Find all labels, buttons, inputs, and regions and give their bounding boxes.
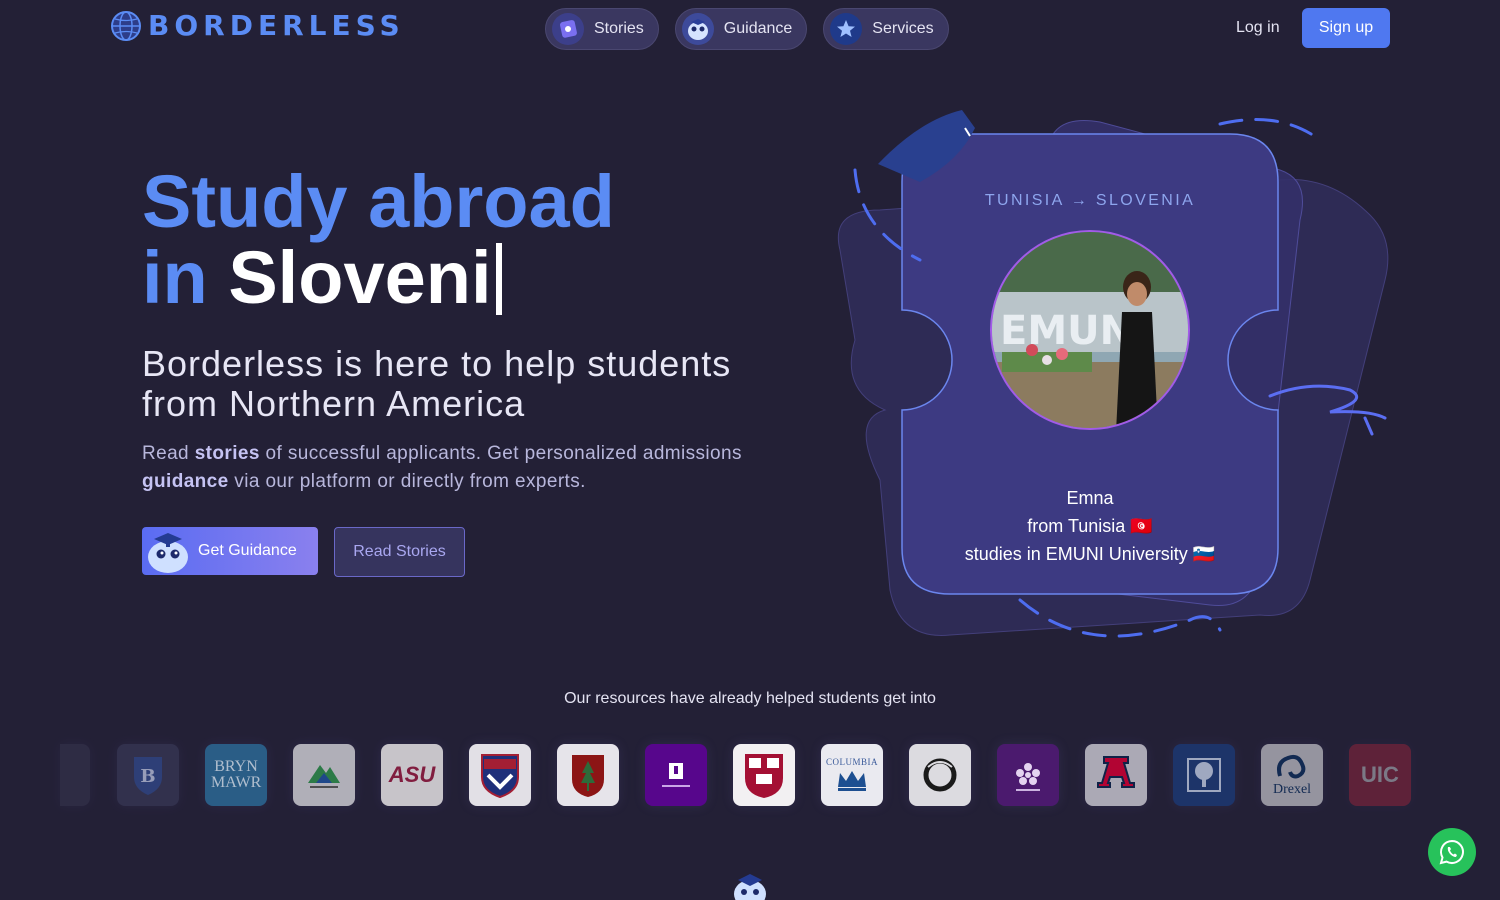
university-logo-harvard[interactable] xyxy=(733,744,795,806)
nav-guidance-label: Guidance xyxy=(723,20,793,37)
stories-card-icon xyxy=(552,13,584,45)
mascot-icon xyxy=(681,13,714,45)
university-logo-penn[interactable] xyxy=(469,744,531,806)
university-logo-ring[interactable] xyxy=(909,744,971,806)
student-photo: EMUNI xyxy=(990,230,1190,430)
university-logo-columbia[interactable]: COLUMBIA xyxy=(821,744,883,806)
get-guidance-button[interactable]: Get Guidance xyxy=(142,527,318,575)
whatsapp-button[interactable] xyxy=(1428,828,1476,876)
university-logo-tree[interactable] xyxy=(1173,744,1235,806)
desc-read: Read xyxy=(142,443,190,464)
student-info: Emna from Tunisia 🇹🇳 studies in EMUNI Un… xyxy=(902,484,1278,568)
hero-title-country: Sloveni xyxy=(228,236,492,319)
columbia-text: COLUMBIA xyxy=(825,757,878,767)
route-label: TUNISIA → SLOVENIA xyxy=(984,192,1196,209)
desc-guidance: guidance xyxy=(142,471,229,492)
brand-logo[interactable]: BORDERLESS xyxy=(110,10,405,42)
university-logo-nyu-shanghai[interactable] xyxy=(997,744,1059,806)
star-icon xyxy=(830,13,863,45)
login-link[interactable]: Log in xyxy=(1236,19,1280,37)
university-logo-bryn-mawr[interactable]: BRYN MAWR xyxy=(205,744,267,806)
hero-title-in: in xyxy=(142,236,208,319)
nav-guidance[interactable]: Guidance xyxy=(674,8,808,50)
b-shield-text: B xyxy=(140,766,155,787)
hero-title-line2: in Sloveni xyxy=(142,240,615,316)
university-logo-b-shield[interactable]: B xyxy=(117,744,179,806)
university-logos-carousel: B BRYN MAWR ASU COLUMBIA Drexel UIC xyxy=(0,744,1500,808)
nav-stories[interactable]: Stories xyxy=(545,8,659,50)
nav-services[interactable]: Services xyxy=(823,8,949,50)
university-logo-nyu-abu-dhabi[interactable] xyxy=(645,744,707,806)
hero-title: Study abroad in Sloveni xyxy=(142,164,615,316)
nav-services-label: Services xyxy=(872,20,934,37)
university-logo-mountain[interactable] xyxy=(293,744,355,806)
main-nav: Stories Guidance Services xyxy=(545,8,949,50)
asu-text: ASU xyxy=(388,762,436,787)
hero-title-line1: Study abroad xyxy=(142,160,615,243)
signup-button[interactable]: Sign up xyxy=(1302,8,1390,48)
student-university: studies in EMUNI University 🇸🇮 xyxy=(964,544,1216,564)
hero-subtitle: Borderless is here to help students from… xyxy=(142,343,732,424)
university-logo-partial[interactable] xyxy=(60,744,90,806)
desc-end: via our platform or directly from expert… xyxy=(234,471,586,492)
hero-description: Read stories of successful applicants. G… xyxy=(142,440,762,496)
mascot-icon xyxy=(148,533,188,573)
university-logo-uic[interactable]: UIC xyxy=(1349,744,1411,806)
drexel-text: Drexel xyxy=(1272,782,1312,797)
brand-name: BORDERLESS xyxy=(148,9,405,42)
read-stories-button[interactable]: Read Stories xyxy=(334,527,465,577)
desc-mid: of successful applicants. Get personaliz… xyxy=(265,443,742,464)
student-origin: from Tunisia 🇹🇳 xyxy=(1027,516,1153,536)
typing-caret xyxy=(495,243,502,315)
get-guidance-label: Get Guidance xyxy=(198,542,297,559)
university-logo-stanford[interactable] xyxy=(557,744,619,806)
mascot-icon xyxy=(734,874,766,900)
university-logo-drexel[interactable]: Drexel xyxy=(1261,744,1323,806)
whatsapp-icon xyxy=(1439,839,1464,865)
desc-stories: stories xyxy=(194,443,260,464)
globe-icon xyxy=(111,11,141,41)
student-name: Emna xyxy=(1066,488,1114,508)
nav-stories-label: Stories xyxy=(594,20,644,37)
resources-heading: Our resources have already helped studen… xyxy=(564,690,936,707)
bryn-mawr-text: BRYN MAWR xyxy=(211,758,262,791)
university-logo-asu[interactable]: ASU xyxy=(381,744,443,806)
uic-text: UIC xyxy=(1361,762,1399,787)
university-logo-arizona[interactable] xyxy=(1085,744,1147,806)
